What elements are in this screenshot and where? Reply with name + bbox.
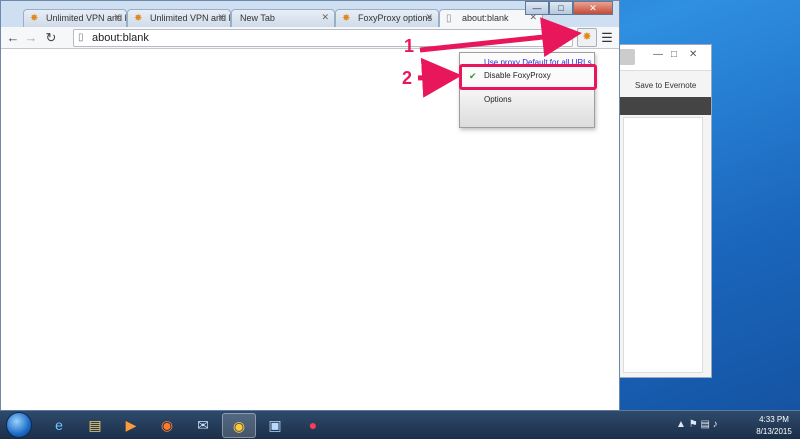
tab[interactable]: ✸ FoxyProxy options ✕ <box>335 9 439 27</box>
clock[interactable]: 4:33 PM 8/13/2015 <box>752 414 796 438</box>
foxyproxy-extension-button[interactable]: ✸ <box>577 28 597 47</box>
tab-label: New Tab <box>240 13 275 23</box>
page-icon: ▯ <box>446 13 452 24</box>
tab-strip: ✸ Unlimited VPN and P ✕ ✸ Unlimited VPN … <box>1 1 619 28</box>
avatar <box>619 49 635 65</box>
thunderbird-icon[interactable]: ✉ <box>186 413 220 438</box>
foxyproxy-icon: ✸ <box>134 13 143 24</box>
tab[interactable]: ✸ Unlimited VPN and P ✕ <box>23 9 127 27</box>
minimize-icon[interactable]: — <box>653 49 663 60</box>
clock-time: 4:33 PM <box>759 415 789 424</box>
tab-label: about:blank <box>462 13 509 23</box>
annotation-number-2: 2 <box>402 68 413 88</box>
options-item[interactable]: Options <box>460 93 594 107</box>
start-button[interactable] <box>6 412 32 438</box>
tray-arrow-icon[interactable]: ▲ <box>676 419 686 430</box>
app-icon[interactable]: ● <box>296 413 330 438</box>
page-icon: ▯ <box>78 32 84 43</box>
annotation-highlight <box>459 64 597 90</box>
tab[interactable]: New Tab ✕ <box>231 9 335 27</box>
close-icon[interactable]: ✕ <box>321 12 329 23</box>
window-controls: — □ ✕ <box>525 1 613 19</box>
foxyproxy-icon: ✸ <box>582 31 592 43</box>
media-player-icon[interactable]: ▶ <box>114 413 148 438</box>
tab[interactable]: ✸ Unlimited VPN and P ✕ <box>127 9 231 27</box>
taskbar: e ▤ ▶ ◉ ✉ ◉ ▣ ● ▲ ⚑ ▤ ♪ 4:33 PM 8/13/201… <box>0 410 800 439</box>
close-icon[interactable]: ✕ <box>217 12 225 23</box>
evernote-window[interactable]: — □ ✕ Save to Evernote <box>612 44 712 378</box>
content-panel <box>623 117 703 373</box>
maximize-button[interactable]: □ <box>549 1 573 15</box>
forward-icon[interactable]: → <box>23 30 39 46</box>
window-titlebar: — □ ✕ <box>613 45 711 71</box>
reload-icon[interactable]: ↻ <box>43 30 59 46</box>
browser-toolbar: ← → ↻ ▯ about:blank ✸ ☰ <box>1 27 619 49</box>
maximize-icon[interactable]: □ <box>671 49 677 60</box>
address-text: about:blank <box>92 32 149 44</box>
remote-desktop-icon[interactable]: ▣ <box>258 413 292 438</box>
address-bar[interactable]: ▯ about:blank <box>73 29 573 47</box>
close-button[interactable]: ✕ <box>573 1 613 15</box>
clock-date: 8/13/2015 <box>756 427 792 436</box>
close-icon[interactable]: ✕ <box>689 49 697 60</box>
internet-explorer-icon[interactable]: e <box>42 413 76 438</box>
minimize-button[interactable]: — <box>525 1 549 15</box>
close-icon[interactable]: ✕ <box>113 12 121 23</box>
network-icon[interactable]: ▤ <box>700 419 709 430</box>
flag-icon[interactable]: ⚑ <box>689 419 698 430</box>
toolbar <box>613 97 711 115</box>
system-tray: ▲ ⚑ ▤ ♪ <box>676 419 718 430</box>
firefox-icon[interactable]: ◉ <box>150 413 184 438</box>
chrome-icon[interactable]: ◉ <box>222 413 256 438</box>
chrome-menu-icon[interactable]: ☰ <box>599 29 615 46</box>
tab-label: FoxyProxy options <box>358 13 433 23</box>
annotation-number-1: 1 <box>404 36 415 56</box>
back-icon[interactable]: ← <box>5 30 21 46</box>
save-to-evernote-button[interactable]: Save to Evernote <box>635 81 696 90</box>
close-icon[interactable]: ✕ <box>425 12 433 23</box>
foxyproxy-icon: ✸ <box>30 13 39 24</box>
volume-icon[interactable]: ♪ <box>713 419 718 430</box>
foxyproxy-icon: ✸ <box>342 13 351 24</box>
file-explorer-icon[interactable]: ▤ <box>78 413 112 438</box>
